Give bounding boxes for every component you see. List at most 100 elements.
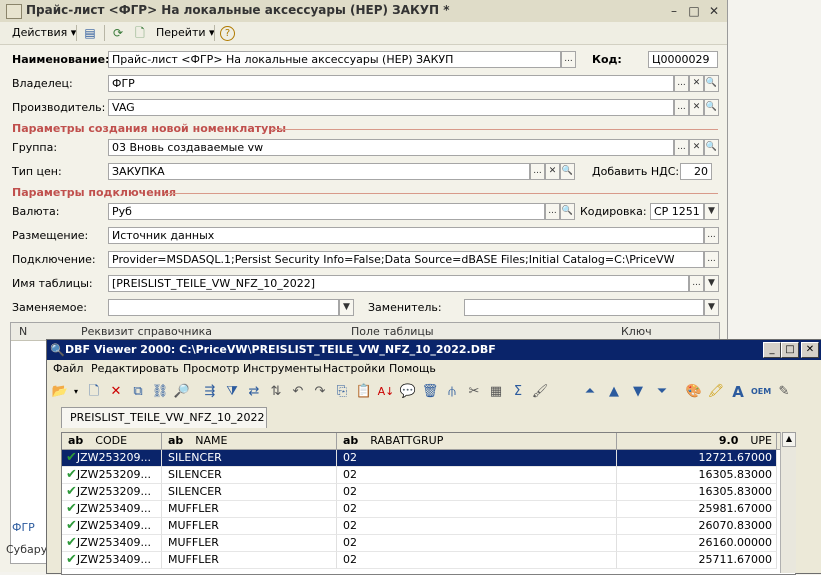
table-tab[interactable]: PREISLIST_TEILE_VW_NFZ_10_2022 <box>61 407 267 428</box>
structure-icon[interactable]: ⫛ <box>443 383 461 401</box>
refresh-icon[interactable]: ⟳ <box>110 25 126 41</box>
prev-record-icon[interactable]: ▲ <box>605 383 623 401</box>
group-field[interactable]: 03 Вновь создаваемые vw <box>108 139 674 156</box>
table-name-field[interactable]: [PREISLIST_TEILE_VW_NFZ_10_2022] <box>108 275 689 292</box>
scroll-up-icon[interactable]: ▲ <box>782 432 796 447</box>
paste-icon[interactable]: 📋 <box>355 383 373 401</box>
table-row[interactable]: ✔JZW253409... MUFFLER 02 25711.67000 <box>62 552 795 569</box>
table-row[interactable]: ✔JZW253209... SILENCER 02 12721.67000 <box>62 450 795 467</box>
find-icon[interactable]: 🔎 <box>173 383 191 401</box>
placement-field[interactable]: Источник данных <box>108 227 704 244</box>
connection-select-button[interactable]: ... <box>704 251 719 268</box>
column-header-code[interactable]: ab CODE <box>62 433 162 450</box>
table-name-select-button[interactable]: ... <box>689 275 704 292</box>
save-icon[interactable]: ▤ <box>82 25 98 41</box>
column-header-name[interactable]: ab NAME <box>162 433 337 450</box>
vat-field[interactable]: 20 <box>680 163 712 180</box>
table-row[interactable]: ✔JZW253409... MUFFLER 02 25981.67000 <box>62 501 795 518</box>
menu-tools[interactable]: Инструменты <box>243 362 322 375</box>
goto-menu-button[interactable]: Перейти ▾ <box>156 26 215 39</box>
name-field[interactable]: Прайс-лист <ФГР> На локальные аксессуары… <box>108 51 561 68</box>
menu-file[interactable]: Файл <box>53 362 83 375</box>
last-record-icon[interactable]: ⏷ <box>653 383 671 401</box>
palette-icon[interactable]: 🎨 <box>685 383 703 401</box>
sum-icon[interactable]: Σ <box>509 383 527 401</box>
table-row[interactable]: ✔JZW253409... MUFFLER 02 26070.83000 <box>62 518 795 535</box>
currency-field[interactable]: Руб <box>108 203 545 220</box>
redo-icon[interactable]: ↷ <box>311 383 329 401</box>
encoding-dropdown-icon[interactable]: ▼ <box>704 203 719 220</box>
currency-select-button[interactable]: ... <box>545 203 560 220</box>
font-icon[interactable]: A <box>729 383 747 401</box>
dbf-data-grid[interactable]: ab CODE ab NAME ab RABATTGRUP 9.0 UPE ✔JZW25… <box>61 432 796 575</box>
currency-search-icon[interactable]: 🔍 <box>560 203 575 220</box>
minimize-icon[interactable]: – <box>664 2 684 21</box>
table-row[interactable]: ✔JZW253409... MUFFLER 02 26160.00000 <box>62 535 795 552</box>
encoding-field[interactable]: CP 1251 <box>650 203 704 220</box>
next-record-icon[interactable]: ▼ <box>629 383 647 401</box>
filter-icon[interactable]: ⧩ <box>223 383 241 401</box>
column-header-rabattgrup[interactable]: ab RABATTGRUP <box>337 433 617 450</box>
replacer-dropdown-icon[interactable]: ▼ <box>704 299 719 316</box>
copy-icon[interactable]: ⎘ <box>333 383 351 401</box>
maximize-icon[interactable]: □ <box>781 342 799 358</box>
table-name-dropdown-icon[interactable]: ▼ <box>704 275 719 292</box>
replacer-field[interactable] <box>464 299 704 316</box>
price-type-clear-icon[interactable]: ✕ <box>545 163 560 180</box>
connection-field[interactable]: Provider=MSDASQL.1;Persist Security Info… <box>108 251 704 268</box>
group-search-icon[interactable]: 🔍 <box>704 139 719 156</box>
copy-table-icon[interactable]: ⧉ <box>129 383 147 401</box>
bottom-tab[interactable]: ФГР <box>12 521 42 537</box>
price-type-field[interactable]: ЗАКУПКА <box>108 163 530 180</box>
edit-icon[interactable]: ✎ <box>775 383 793 401</box>
grid-icon[interactable]: ▦ <box>487 383 505 401</box>
close-icon[interactable]: ✕ <box>801 342 819 358</box>
menu-help[interactable]: Помощь <box>389 362 436 375</box>
minimize-icon[interactable]: _ <box>763 342 781 358</box>
trash-icon[interactable]: 🗑 <box>421 383 439 401</box>
owner-select-button[interactable]: ... <box>674 75 689 92</box>
manufacturer-search-icon[interactable]: 🔍 <box>704 99 719 116</box>
actions-menu-button[interactable]: Действия ▾ <box>12 26 76 39</box>
column-header-upe[interactable]: 9.0 UPE <box>617 433 777 450</box>
group-select-button[interactable]: ... <box>674 139 689 156</box>
table-row[interactable]: ✔JZW253209... SILENCER 02 16305.83000 <box>62 467 795 484</box>
brush-icon[interactable]: 🖌 <box>531 383 549 401</box>
menu-view[interactable]: Просмотр <box>183 362 239 375</box>
replaced-field[interactable] <box>108 299 339 316</box>
manufacturer-field[interactable]: VAG <box>108 99 674 116</box>
manufacturer-clear-icon[interactable]: ✕ <box>689 99 704 116</box>
manufacturer-select-button[interactable]: ... <box>674 99 689 116</box>
undo-icon[interactable]: ↶ <box>289 383 307 401</box>
sort-icon[interactable]: ⇅ <box>267 383 285 401</box>
code-field[interactable]: Ц0000029 <box>648 51 718 68</box>
close-icon[interactable]: ✕ <box>704 2 724 21</box>
sort-az-icon[interactable]: A↓ <box>377 383 395 401</box>
help-icon[interactable]: ? <box>220 26 235 41</box>
vertical-scrollbar[interactable]: ▲ <box>780 432 796 573</box>
menu-edit[interactable]: Редактировать <box>91 362 179 375</box>
new-file-icon[interactable]: 🗋 <box>85 383 103 401</box>
comment-icon[interactable]: 💬 <box>399 383 417 401</box>
oem-icon[interactable]: OEM <box>751 383 771 401</box>
link-icon[interactable]: ⛓ <box>151 383 169 401</box>
first-record-icon[interactable]: ⏶ <box>581 383 599 401</box>
owner-clear-icon[interactable]: ✕ <box>689 75 704 92</box>
tools-icon[interactable]: ✂ <box>465 383 483 401</box>
replace-icon[interactable]: ⇄ <box>245 383 263 401</box>
table-row[interactable]: ✔JZW253209... SILENCER 02 16305.83000 <box>62 484 795 501</box>
price-type-search-icon[interactable]: 🔍 <box>560 163 575 180</box>
replaced-dropdown-icon[interactable]: ▼ <box>339 299 354 316</box>
highlight-icon[interactable]: 🖍 <box>707 383 725 401</box>
open-dropdown-icon[interactable]: ▾ <box>67 383 85 401</box>
placement-select-button[interactable]: ... <box>704 227 719 244</box>
owner-search-icon[interactable]: 🔍 <box>704 75 719 92</box>
maximize-icon[interactable]: □ <box>684 2 704 21</box>
menu-settings[interactable]: Настройки <box>323 362 385 375</box>
group-clear-icon[interactable]: ✕ <box>689 139 704 156</box>
name-select-button[interactable]: ... <box>561 51 576 68</box>
price-type-select-button[interactable]: ... <box>530 163 545 180</box>
owner-field[interactable]: ФГР <box>108 75 674 92</box>
goto-record-icon[interactable]: ⇶ <box>201 383 219 401</box>
new-document-icon[interactable]: 🗋 <box>132 25 148 41</box>
